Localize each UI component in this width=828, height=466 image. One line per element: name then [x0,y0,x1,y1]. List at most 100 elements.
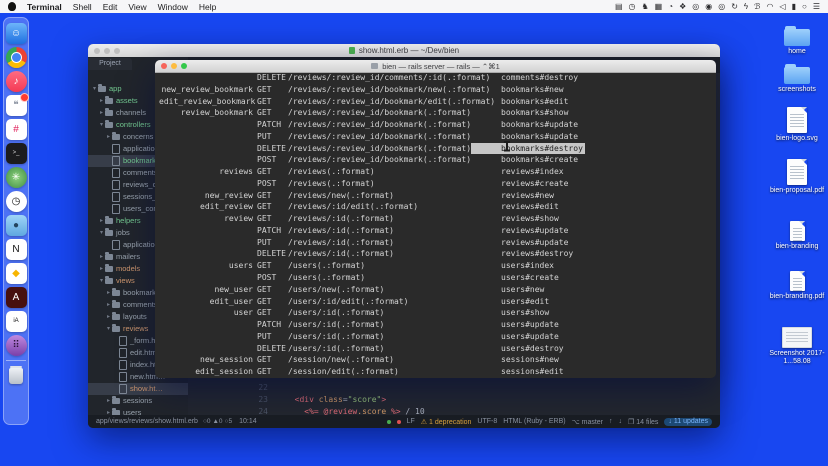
dock-ia-writer[interactable]: iA [6,311,27,332]
volume-icon[interactable]: ◁ [779,0,785,13]
notification-center-icon[interactable]: ☰ [813,0,820,13]
clock-menu-icon[interactable]: ◔ [668,0,673,13]
onepassword-icon[interactable]: ♞ [642,0,649,13]
bluetooth-icon[interactable]: ℬ [754,0,760,13]
dock-slack[interactable]: # [6,119,27,140]
disclosure-open-icon[interactable]: ▾ [98,119,105,131]
desktop-icon-bien-branding[interactable]: bien-branding [766,221,828,251]
disclosure-closed-icon[interactable]: ▸ [105,287,112,299]
status-circle-icon-3[interactable]: ◎ [718,0,725,13]
sync-icon[interactable]: ↻ [731,0,738,13]
spotlight-icon[interactable]: ○ [802,0,807,13]
pull-arrow[interactable]: ↓ [619,418,623,425]
battery-icon[interactable]: ▮ [792,0,796,13]
disclosure-closed-icon[interactable]: ▸ [98,107,105,119]
disclosure-open-icon[interactable]: ▾ [98,275,105,287]
editor-titlebar[interactable]: show.html.erb — ~/Dev/bien [88,44,720,58]
menu-window[interactable]: Window [158,2,188,12]
disclosure-closed-icon[interactable]: ▸ [105,407,112,415]
disclosure-closed-icon[interactable]: ▸ [98,215,105,227]
menu-shell[interactable]: Shell [73,2,92,12]
dock-purple-app[interactable]: ⠿ [6,335,27,356]
minimize-button[interactable] [171,63,177,69]
flash-icon[interactable]: ϟ [744,0,748,13]
dock-sketch[interactable]: ◆ [6,263,27,284]
dropbox-icon[interactable]: ❖ [679,0,686,13]
desktop-icon-screenshots-folder[interactable]: screenshots [766,67,828,94]
updates-badge[interactable]: ↓ 11 updates [664,418,712,426]
dock-clock-app[interactable]: ◷ [6,191,27,212]
status-circle-icon-1[interactable]: ◎ [692,0,699,13]
dock-acrobat[interactable]: A [6,287,27,308]
zoom-button[interactable] [114,48,120,54]
menu-view[interactable]: View [128,2,146,12]
route-row: PATCH/reviews/:review_id/bookmark(.:form… [155,119,716,131]
close-button[interactable] [94,48,100,54]
route-path: /users/:id(.:format) [288,331,384,343]
timer-icon[interactable]: ◷ [629,0,636,13]
desktop: Terminal Shell Edit View Window Help ▤ ◷ ♞ ▦ ◔ ❖ ◎ ◉… [0,0,828,466]
desktop-icon-bien-branding-pdf[interactable]: bien-branding.pdf [766,271,828,301]
disclosure-closed-icon[interactable]: ▸ [98,263,105,275]
status-circle-icon-2[interactable]: ◉ [705,0,712,13]
disclosure-closed-icon[interactable]: ▸ [105,131,112,143]
tree-item-users[interactable]: ▸users [88,407,188,415]
disclosure-closed-icon[interactable]: ▸ [98,95,105,107]
dock-music[interactable]: ♪ [6,71,27,92]
dock-green-app[interactable]: ✳ [6,167,27,188]
encoding[interactable]: UTF-8 [477,418,497,425]
desktop-icon-bien-proposal-pdf[interactable]: bien-proposal.pdf [766,159,828,195]
folder-icon [105,98,113,104]
terminal-doc-icon [371,63,378,69]
menu-edit[interactable]: Edit [103,2,118,12]
dock-finder[interactable]: ☺ [6,23,27,44]
route-row: PUT/reviews/:id(.:format)reviews#update [155,237,716,249]
desktop-icon-label: bien-branding [776,243,819,251]
disclosure-closed-icon[interactable]: ▸ [98,251,105,263]
line-ending[interactable]: LF [407,418,415,425]
dock-trash[interactable] [6,366,27,387]
close-button[interactable] [161,63,167,69]
http-verb: POST [257,272,276,284]
wifi-icon[interactable]: ◠ [766,0,773,13]
disclosure-open-icon[interactable]: ▾ [91,83,98,95]
controller-action: reviews#show [501,213,559,225]
swatch-icon[interactable]: ▦ [655,0,663,13]
dock-tweetbot[interactable]: ● [6,215,27,236]
desktop-icon-label: home [788,48,806,56]
menu-help[interactable]: Help [199,2,216,12]
dock-terminal-app[interactable]: >_ [6,143,27,164]
menu-terminal[interactable]: Terminal [27,2,62,12]
controller-action: bookmarks#edit [501,96,568,108]
desktop-icon-label: bien-branding.pdf [770,293,825,301]
dock-chrome[interactable] [6,47,27,68]
display-icon[interactable]: ▤ [615,0,623,13]
disclosure-closed-icon[interactable]: ▸ [105,299,112,311]
disclosure-closed-icon[interactable]: ▸ [105,311,112,323]
tree-item-sessions[interactable]: ▸sessions [88,395,188,407]
dock-notion[interactable]: N [6,239,27,260]
push-arrow[interactable]: ↑ [609,418,613,425]
zoom-button[interactable] [181,63,187,69]
terminal-output[interactable]: DELETE/reviews/:review_id/comments/:id(.… [155,72,716,378]
image-icon [782,327,812,348]
desktop-icon-bien-logo-svg[interactable]: bien-logo.svg [766,107,828,143]
route-path: /reviews/:review_id/comments/:id(.:forma… [288,72,490,84]
deprecation-warning[interactable]: ⚠ 1 deprecation [421,418,472,426]
editor-window-controls [94,48,120,54]
route-path: /reviews/:id/edit(.:format) [288,201,418,213]
tree-item-showht[interactable]: show.ht… [88,383,188,395]
disclosure-open-icon[interactable]: ▾ [105,323,112,335]
minimize-button[interactable] [104,48,110,54]
project-tab[interactable]: Project [88,58,132,70]
desktop-icon-home-folder[interactable]: home [766,29,828,56]
disclosure-open-icon[interactable]: ▾ [98,227,105,239]
dock-messages[interactable]: ❝ [6,95,27,116]
grammar[interactable]: HTML (Ruby - ERB) [503,418,565,425]
disclosure-closed-icon[interactable]: ▸ [105,395,112,407]
terminal-window: bien — rails server — rails — ⌃⌘1 DELETE… [155,60,716,378]
git-branch[interactable]: ⌥ master [572,418,603,426]
apple-icon[interactable] [8,2,16,11]
desktop-icon-screenshot-file[interactable]: Screenshot 2017-1...58.08 [766,327,828,366]
controller-action: sessions#edit [501,366,564,378]
